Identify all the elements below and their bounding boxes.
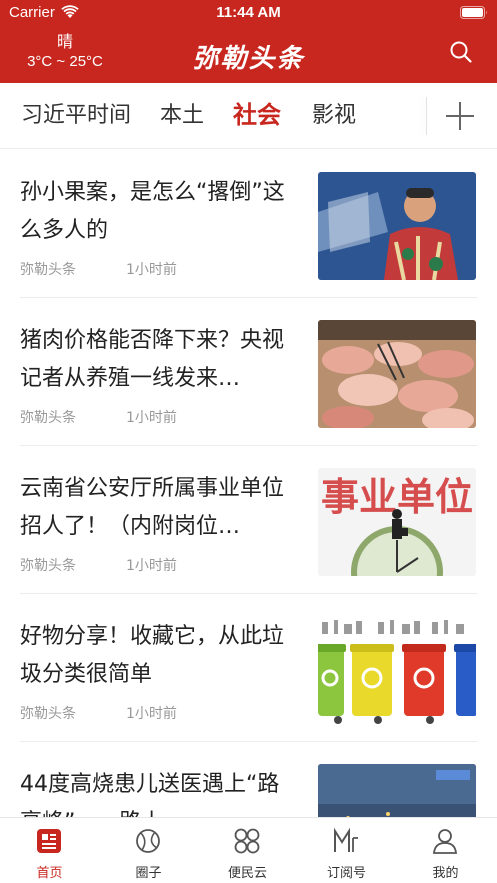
status-time: 11:44 AM — [216, 4, 281, 21]
tabs-fade — [412, 83, 432, 147]
news-item[interactable]: 云南省公安厅所属事业单位招人了！（内附岗位… 弥勒头条 1小时前 事业单位 — [0, 446, 497, 594]
app-title: 弥勒头条 — [192, 44, 305, 74]
tabbar-label: 首页 — [36, 866, 63, 881]
tab-society[interactable]: 社会 — [233, 100, 281, 130]
news-thumbnail — [318, 616, 476, 724]
tabs-divider — [426, 97, 427, 135]
tabbar-label: 订阅号 — [326, 866, 366, 881]
channel-tabs: 习近平时间 本土 社会 影视 — [0, 83, 497, 149]
news-item[interactable]: 猪肉价格能否降下来？央视记者从养殖一线发来… 弥勒头条 1小时前 — [0, 298, 497, 446]
battery-icon — [460, 6, 487, 19]
services-icon — [234, 828, 260, 854]
status-bar: Carrier 11:44 AM — [0, 0, 497, 26]
circle-icon — [136, 829, 160, 853]
app-header: Carrier 11:44 AM 晴 3°C ~ 25°C 弥勒头条 — [0, 0, 497, 83]
bottom-tab-bar: 首页 圈子 便民云 订阅号 我的 — [0, 817, 497, 883]
tabbar-label: 我的 — [432, 866, 459, 881]
news-time: 1小时前 — [126, 706, 177, 722]
news-thumbnail — [318, 320, 476, 428]
news-source: 弥勒头条 — [20, 706, 76, 722]
news-item[interactable]: 好物分享！收藏它，从此垃圾分类很简单 弥勒头条 1小时前 — [0, 594, 497, 742]
subscription-icon — [334, 827, 358, 852]
tabbar-label: 便民云 — [227, 866, 267, 881]
news-time: 1小时前 — [126, 262, 177, 278]
news-item[interactable]: 孙小果案，是怎么“撂倒”这么多人的 弥勒头条 1小时前 — [0, 150, 497, 298]
news-title: 好物分享！收藏它，从此垃圾分类很简单 — [20, 624, 285, 687]
news-source: 弥勒头条 — [20, 558, 76, 574]
tab-xi-time[interactable]: 习近平时间 — [21, 101, 131, 131]
tab-local[interactable]: 本土 — [160, 101, 204, 131]
news-source: 弥勒头条 — [20, 262, 76, 278]
news-thumbnail — [318, 764, 476, 817]
tabbar-circle[interactable]: 圈子 — [99, 818, 198, 883]
news-title: 猪肉价格能否降下来？央视记者从养殖一线发来… — [20, 328, 285, 391]
tabbar-home[interactable]: 首页 — [0, 818, 99, 883]
news-feed: 孙小果案，是怎么“撂倒”这么多人的 弥勒头条 1小时前 猪肉价格能否降下来？央视… — [0, 150, 497, 817]
news-title: 云南省公安厅所属事业单位招人了！（内附岗位… — [20, 476, 285, 539]
news-thumbnail — [318, 172, 476, 280]
tabbar-services[interactable]: 便民云 — [198, 818, 297, 883]
profile-icon — [433, 829, 457, 854]
home-icon — [37, 829, 61, 853]
tabbar-profile[interactable]: 我的 — [396, 818, 495, 883]
tabbar-label: 圈子 — [135, 866, 162, 881]
add-channel-icon[interactable] — [440, 97, 480, 135]
news-title: 44度高烧患儿送医遇上“路亮峰”……路上 — [20, 772, 280, 817]
tabbar-subscriptions[interactable]: 订阅号 — [297, 818, 396, 883]
search-icon[interactable] — [449, 40, 473, 64]
news-item[interactable]: 44度高烧患儿送医遇上“路亮峰”……路上 — [0, 742, 497, 817]
news-source: 弥勒头条 — [20, 410, 76, 426]
news-time: 1小时前 — [126, 410, 177, 426]
tab-film-tv[interactable]: 影视 — [312, 101, 356, 131]
news-thumbnail: 事业单位 — [318, 468, 476, 576]
news-time: 1小时前 — [126, 558, 177, 574]
news-title: 孙小果案，是怎么“撂倒”这么多人的 — [20, 180, 285, 243]
